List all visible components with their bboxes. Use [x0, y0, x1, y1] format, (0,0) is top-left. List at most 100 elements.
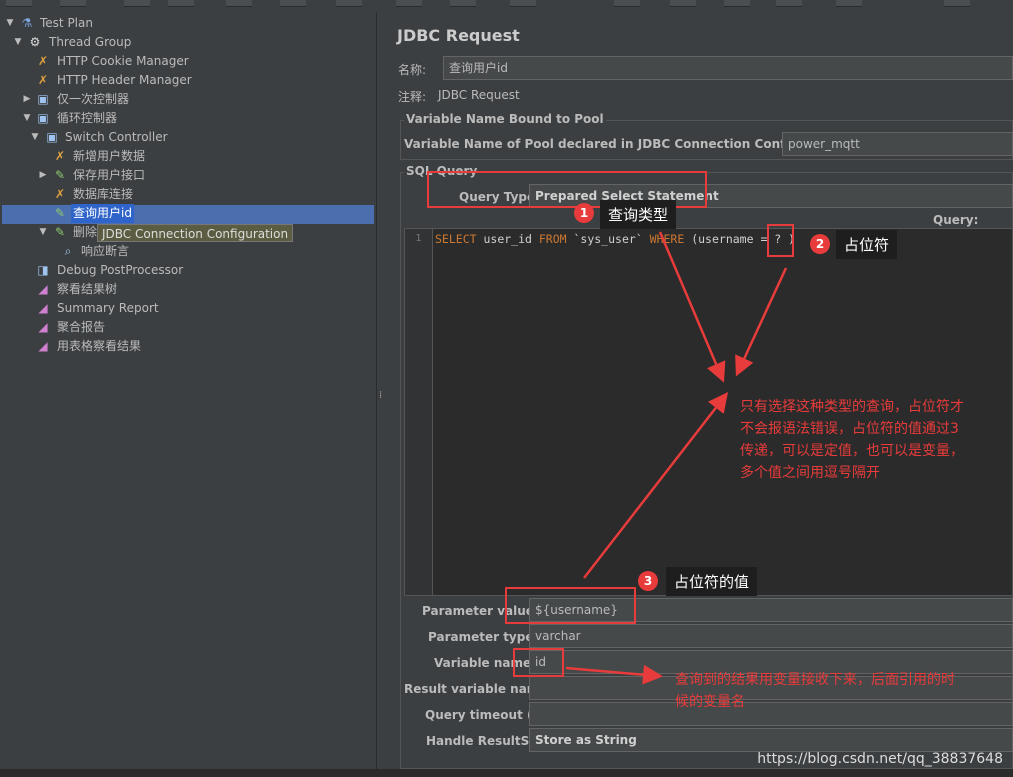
line-number-gutter: 1	[405, 229, 433, 595]
tree-node-switch-controller[interactable]: ▼ ▣ Switch Controller	[0, 128, 370, 147]
toolbar-button[interactable]	[614, 0, 640, 7]
query-label: Query:	[933, 213, 979, 227]
toolbar-button[interactable]	[396, 0, 422, 7]
annotation-badge: 2	[810, 234, 830, 254]
toolbar-button[interactable]	[6, 0, 32, 7]
listener-icon: ◢	[38, 320, 48, 334]
tree-node-summary-report[interactable]: ◢ Summary Report	[0, 299, 370, 318]
tree-node-label: 删除	[73, 225, 98, 239]
toolbar-button[interactable]	[510, 0, 536, 7]
name-label: 名称:	[398, 63, 427, 77]
collapse-arrow-icon[interactable]: ▼	[4, 14, 16, 33]
variable-names-highlight	[513, 648, 564, 677]
toolbar-button[interactable]	[836, 0, 862, 7]
tree-node-query-user-id[interactable]: ✎ 查询用户id	[0, 204, 370, 223]
tree-node-add-user-data[interactable]: ✗ 新增用户数据	[0, 147, 370, 166]
pool-group-title: Variable Name Bound to Pool	[404, 112, 606, 126]
toolbar-button[interactable]	[944, 0, 970, 7]
splitter-grip-icon[interactable]: ⁞	[379, 390, 382, 401]
annotation-note: 查询到的结果用变量接收下来，后面引用的时 候的变量名	[675, 669, 1007, 713]
listener-icon: ◢	[38, 301, 48, 315]
tree-node-once-only-controller[interactable]: ▶ ▣ 仅一次控制器	[0, 90, 370, 109]
gear-icon: ⚙	[29, 35, 41, 49]
tree-node-view-results-tree[interactable]: ◢ 察看结果树	[0, 280, 370, 299]
pool-name-field[interactable]: power_mqtt	[782, 132, 1013, 156]
annotation-note: 只有选择这种类型的查询，占位符才 不会报语法错误，占位符的值通过3 传递，可以是…	[740, 396, 1008, 484]
collapse-arrow-icon[interactable]: ▼	[21, 109, 33, 128]
postprocessor-icon: ◨	[37, 263, 49, 277]
tree-node-test-plan[interactable]: ▼ ⚗ Test Plan	[0, 14, 370, 33]
listener-icon: ◢	[38, 282, 48, 296]
toolbar-button[interactable]	[724, 0, 750, 7]
collapse-arrow-icon[interactable]: ▼	[12, 33, 24, 52]
sql-keyword: FROM	[538, 232, 567, 246]
tree-node-db-connection[interactable]: ✗ 数据库连接	[0, 185, 370, 204]
jdbc-request-panel: JDBC Request 名称: 查询用户id 注释: JDBC Request…	[386, 12, 1013, 769]
page-title: JDBC Request	[397, 26, 520, 45]
tree-node-label: 响应断言	[81, 244, 130, 258]
toolbar	[0, 0, 1013, 12]
toolbar-button[interactable]	[670, 0, 696, 7]
tree-node-label: 察看结果树	[57, 282, 118, 296]
tree-node-header-manager[interactable]: ✗ HTTP Header Manager	[0, 71, 370, 90]
controller-icon: ▣	[37, 111, 49, 125]
toolbar-button[interactable]	[776, 0, 802, 7]
flask-icon: ⚗	[21, 16, 33, 30]
sampler-icon: ✎	[54, 206, 66, 220]
expand-arrow-icon[interactable]: ▶	[37, 166, 49, 185]
wrench-icon: ✗	[37, 54, 49, 68]
annotation-badge: 3	[638, 571, 658, 591]
tree-node-label: Thread Group	[49, 35, 132, 49]
wrench-icon: ✗	[37, 73, 49, 87]
toolbar-button[interactable]	[124, 0, 150, 7]
comment-field[interactable]: JDBC Request	[438, 88, 520, 102]
toolbar-button[interactable]	[450, 0, 476, 7]
param-types-label: Parameter types:	[428, 630, 546, 644]
name-field[interactable]: 查询用户id	[443, 56, 1013, 80]
tree-node-label: 新增用户数据	[73, 149, 146, 163]
collapse-arrow-icon[interactable]: ▼	[37, 223, 49, 242]
bottom-border	[0, 769, 1013, 777]
tree-node-label: 查询用户id	[71, 204, 134, 223]
annotation-note-line: 查询到的结果用变量接收下来，后面引用的时	[675, 672, 955, 688]
param-types-field[interactable]: varchar	[529, 624, 1013, 648]
tree-node-loop-controller[interactable]: ▼ ▣ 循环控制器	[0, 109, 370, 128]
annotation-note-line: 不会报语法错误，占位符的值通过3	[740, 421, 959, 437]
annotation-callout: 占位符	[836, 230, 898, 259]
panel-splitter[interactable]: ⁞	[377, 12, 386, 769]
tree-node-label: Test Plan	[40, 16, 93, 30]
tree-node-label: HTTP Header Manager	[57, 73, 192, 87]
tree-node-label: Debug PostProcessor	[57, 263, 184, 277]
annotation-note-line: 多个值之间用逗号隔开	[740, 465, 880, 481]
toolbar-button[interactable]	[336, 0, 362, 7]
wrench-icon: ✗	[54, 187, 66, 201]
handle-resultset-select[interactable]: Store as String	[529, 728, 1013, 752]
tree-node-debug-postprocessor[interactable]: ◨ Debug PostProcessor	[0, 261, 370, 280]
annotation-note-line: 只有选择这种类型的查询，占位符才	[740, 399, 964, 415]
toolbar-button[interactable]	[60, 0, 86, 7]
placeholder-highlight	[767, 224, 794, 257]
expand-arrow-icon[interactable]: ▶	[21, 90, 33, 109]
tree-node-label: 聚合报告	[57, 320, 106, 334]
sampler-icon: ✎	[54, 168, 66, 182]
tree-node-save-user-api[interactable]: ▶ ✎ 保存用户接口	[0, 166, 370, 185]
tree-node-label: HTTP Cookie Manager	[57, 54, 189, 68]
magnifier-icon: ⌕	[64, 244, 72, 258]
toolbar-button[interactable]	[168, 0, 194, 7]
wrench-icon: ✗	[54, 149, 66, 163]
listener-icon: ◢	[38, 339, 48, 353]
tree-node-thread-group[interactable]: ▼ ⚙ Thread Group	[0, 33, 370, 52]
toolbar-button[interactable]	[226, 0, 252, 7]
tree-node-cookie-manager[interactable]: ✗ HTTP Cookie Manager	[0, 52, 370, 71]
collapse-arrow-icon[interactable]: ▼	[29, 128, 41, 147]
test-plan-tree: ▼ ⚗ Test Plan ▼ ⚙ Thread Group ✗ HTTP Co…	[0, 12, 377, 769]
tree-node-aggregate-report[interactable]: ◢ 聚合报告	[0, 318, 370, 337]
annotation-badge: 1	[574, 203, 594, 223]
tree-node-label: 用表格察看结果	[57, 339, 142, 353]
toolbar-button[interactable]	[280, 0, 306, 7]
tree-node-label: 仅一次控制器	[57, 92, 130, 106]
tree-node-view-results-table[interactable]: ◢ 用表格察看结果	[0, 337, 370, 356]
tree-node-label: 保存用户接口	[73, 168, 146, 182]
tree-node-response-assertion[interactable]: ⌕ 响应断言	[0, 242, 370, 261]
sql-code-line[interactable]: SELECT user_id FROM `sys_user` WHERE (us…	[435, 229, 795, 249]
